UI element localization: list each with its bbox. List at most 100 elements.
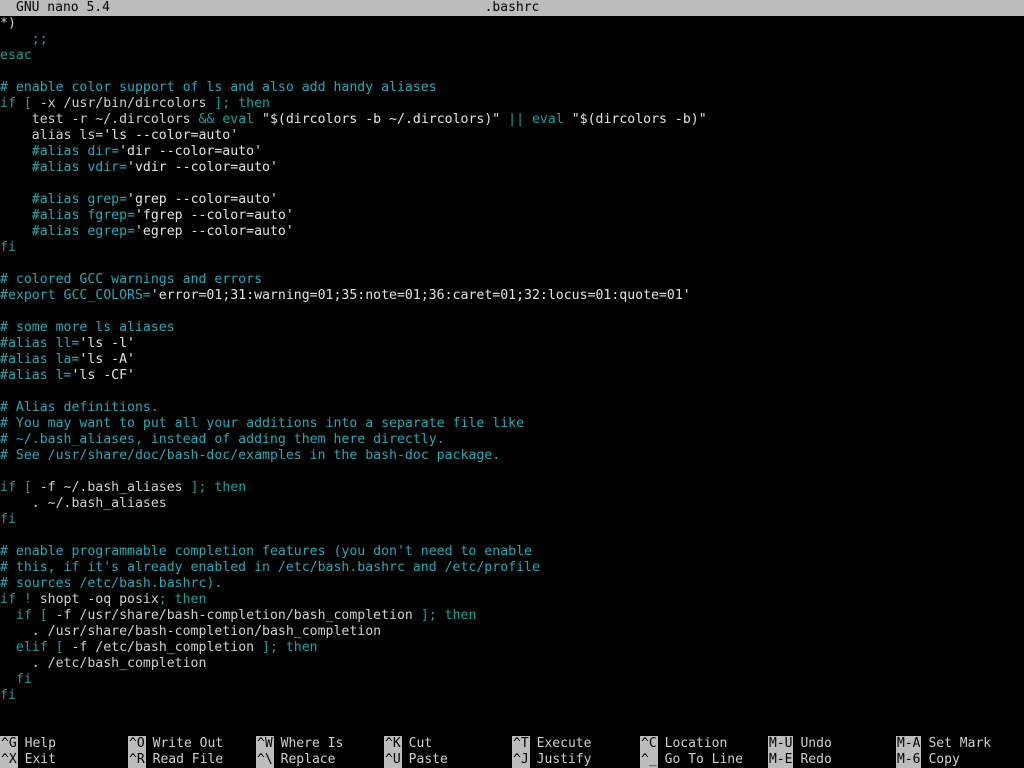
editor-text-line-04[interactable]	[0, 64, 1024, 80]
editor-text-line-17[interactable]: # colored GCC warnings and errors	[0, 272, 1024, 288]
shortcut-cut[interactable]: ^K Cut	[384, 736, 432, 752]
editor-text-line-06[interactable]: if [ -x /usr/bin/dircolors ]; then	[0, 96, 1024, 112]
editor-text-line-38[interactable]: if [ -f /usr/share/bash-completion/bash_…	[0, 608, 1024, 624]
seg-flag: -f	[71, 640, 88, 655]
shortcut-set-mark[interactable]: M-A Set Mark	[896, 736, 991, 752]
shortcut-key: ^_	[640, 752, 658, 768]
shortcut-copy[interactable]: M-6 Copy	[896, 752, 960, 768]
seg-default: . /etc/bash_completion	[0, 656, 207, 671]
shortcut-execute[interactable]: ^T Execute	[512, 736, 591, 752]
editor-text-line-09[interactable]: #alias dir='dir --color=auto'	[0, 144, 1024, 160]
editor-text-line-40[interactable]: elif [ -f /etc/bash_completion ]; then	[0, 640, 1024, 656]
editor-text-line-31[interactable]: . ~/.bash_aliases	[0, 496, 1024, 512]
shortcut-label: Undo	[800, 736, 832, 751]
editor-text-line-18[interactable]: #export GCC_COLORS='error=01;31:warning=…	[0, 288, 1024, 304]
seg-comment: #alias ll=	[0, 336, 80, 351]
editor-text-line-35[interactable]: # this, if it's already enabled in /etc/…	[0, 560, 1024, 576]
editor-text-line-01[interactable]: *)	[0, 16, 1024, 32]
shortcut-label: Cut	[408, 736, 433, 751]
seg-default: . /usr/share/bash-completion/bash_comple…	[0, 624, 382, 639]
shortcut-key: ^\	[256, 752, 274, 768]
seg-string: "$(dircolors -b ~/.dircolors)"	[254, 112, 509, 127]
editor-text-line-25[interactable]: # Alias definitions.	[0, 400, 1024, 416]
shortcut-location[interactable]: ^C Location	[640, 736, 727, 752]
editor-text-line-15[interactable]: fi	[0, 240, 1024, 256]
seg-string: 'egrep --color=auto'	[134, 224, 294, 239]
shortcut-read-file[interactable]: ^R Read File	[128, 752, 223, 768]
editor-text-line-43[interactable]: fi	[0, 688, 1024, 704]
shortcut-redo[interactable]: M-E Redo	[768, 752, 832, 768]
editor-text-line-37[interactable]: if ! shopt -oq posix; then	[0, 592, 1024, 608]
seg-keyword: fi	[0, 672, 32, 687]
seg-string: 'grep --color=auto'	[127, 192, 278, 207]
seg-comment: #alias l=	[0, 368, 72, 383]
editor-text-line-32[interactable]: fi	[0, 512, 1024, 528]
editor-text-line-11[interactable]	[0, 176, 1024, 192]
shortcut-label: Redo	[800, 752, 832, 767]
seg-comment: #alias vdir=	[0, 160, 128, 175]
seg-comment: # colored GCC warnings and errors	[0, 272, 263, 287]
shortcut-paste[interactable]: ^U Paste	[384, 752, 448, 768]
seg-string: 'ls --color=auto'	[103, 128, 239, 143]
seg-string: "$(dircolors -b)"	[563, 112, 707, 127]
editor-text-line-07[interactable]: test -r ~/.dircolors && eval "$(dircolor…	[0, 112, 1024, 128]
editor-text-line-08[interactable]: alias ls='ls --color=auto'	[0, 128, 1024, 144]
shortcut-undo[interactable]: M-U Undo	[768, 736, 832, 752]
editor-text-line-13[interactable]: #alias fgrep='fgrep --color=auto'	[0, 208, 1024, 224]
editor-text-line-05[interactable]: # enable color support of ls and also ad…	[0, 80, 1024, 96]
shortcut-label: Replace	[280, 752, 336, 767]
editor-text-line-28[interactable]: # See /usr/share/doc/bash-doc/examples i…	[0, 448, 1024, 464]
shortcut-exit[interactable]: ^X Exit	[0, 752, 56, 768]
editor-text-line-27[interactable]: # ~/.bash_aliases, instead of adding the…	[0, 432, 1024, 448]
editor-text-line-16[interactable]	[0, 256, 1024, 272]
seg-keyword: ]; then	[190, 480, 247, 495]
editor-text-line-34[interactable]: # enable programmable completion feature…	[0, 544, 1024, 560]
editor-text-line-42[interactable]: fi	[0, 672, 1024, 688]
shortcut-label: Location	[664, 736, 728, 751]
seg-keyword: esac	[0, 48, 32, 63]
shortcut-label: Write Out	[152, 736, 224, 751]
shortcut-key: ^J	[512, 752, 530, 768]
editor-text-line-30[interactable]: if [ -f ~/.bash_aliases ]; then	[0, 480, 1024, 496]
editor-text-line-10[interactable]: #alias vdir='vdir --color=auto'	[0, 160, 1024, 176]
seg-keyword: elif [	[0, 640, 72, 655]
editor-text-area[interactable]: *) ;; esac # enable color support of ls an…	[0, 16, 1024, 720]
editor-text-line-19[interactable]	[0, 304, 1024, 320]
editor-text-line-29[interactable]	[0, 464, 1024, 480]
seg-comment: #export GCC_COLORS=	[0, 288, 151, 303]
editor-text-line-24[interactable]	[0, 384, 1024, 400]
seg-string: 'fgrep --color=auto'	[134, 208, 294, 223]
seg-keyword: fi	[0, 512, 16, 527]
seg-default: /etc/bash_completion	[87, 640, 263, 655]
editor-text-line-36[interactable]: # sources /etc/bash.bashrc).	[0, 576, 1024, 592]
shortcut-justify[interactable]: ^J Justify	[512, 752, 591, 768]
shortcut-key: ^O	[128, 736, 146, 752]
editor-text-line-03[interactable]: esac	[0, 48, 1024, 64]
seg-string: 'dir --color=auto'	[119, 144, 263, 159]
editor-text-line-39[interactable]: . /usr/share/bash-completion/bash_comple…	[0, 624, 1024, 640]
editor-text-line-41[interactable]: . /etc/bash_completion	[0, 656, 1024, 672]
editor-text-line-23[interactable]: #alias l='ls -CF'	[0, 368, 1024, 384]
editor-text-line-26[interactable]: # You may want to put all your additions…	[0, 416, 1024, 432]
shortcut-replace[interactable]: ^\ Replace	[256, 752, 335, 768]
seg-keyword: if !	[0, 592, 40, 607]
editor-text-line-14[interactable]: #alias egrep='egrep --color=auto'	[0, 224, 1024, 240]
seg-comment: # Alias definitions.	[0, 400, 159, 415]
shortcut-help[interactable]: ^G Help	[0, 736, 56, 752]
editor-text-line-20[interactable]: # some more ls aliases	[0, 320, 1024, 336]
seg-default: /usr/bin/dircolors	[55, 96, 215, 111]
seg-comment: # See /usr/share/doc/bash-doc/examples i…	[0, 448, 501, 463]
editor-text-line-22[interactable]: #alias la='ls -A'	[0, 352, 1024, 368]
seg-keyword: fi	[0, 240, 16, 255]
shortcut-go-to-line[interactable]: ^_ Go To Line	[640, 752, 743, 768]
seg-comment: # ~/.bash_aliases, instead of adding the…	[0, 432, 445, 447]
seg-comment: #alias fgrep=	[0, 208, 135, 223]
editor-text-line-02[interactable]: ;;	[0, 32, 1024, 48]
editor-text-line-21[interactable]: #alias ll='ls -l'	[0, 336, 1024, 352]
shortcut-write-out[interactable]: ^O Write Out	[128, 736, 223, 752]
shortcut-where-is[interactable]: ^W Where Is	[256, 736, 343, 752]
shortcut-key: M-U	[768, 736, 794, 752]
editor-text-line-33[interactable]	[0, 528, 1024, 544]
seg-comment: # enable programmable completion feature…	[0, 544, 532, 559]
editor-text-line-12[interactable]: #alias grep='grep --color=auto'	[0, 192, 1024, 208]
